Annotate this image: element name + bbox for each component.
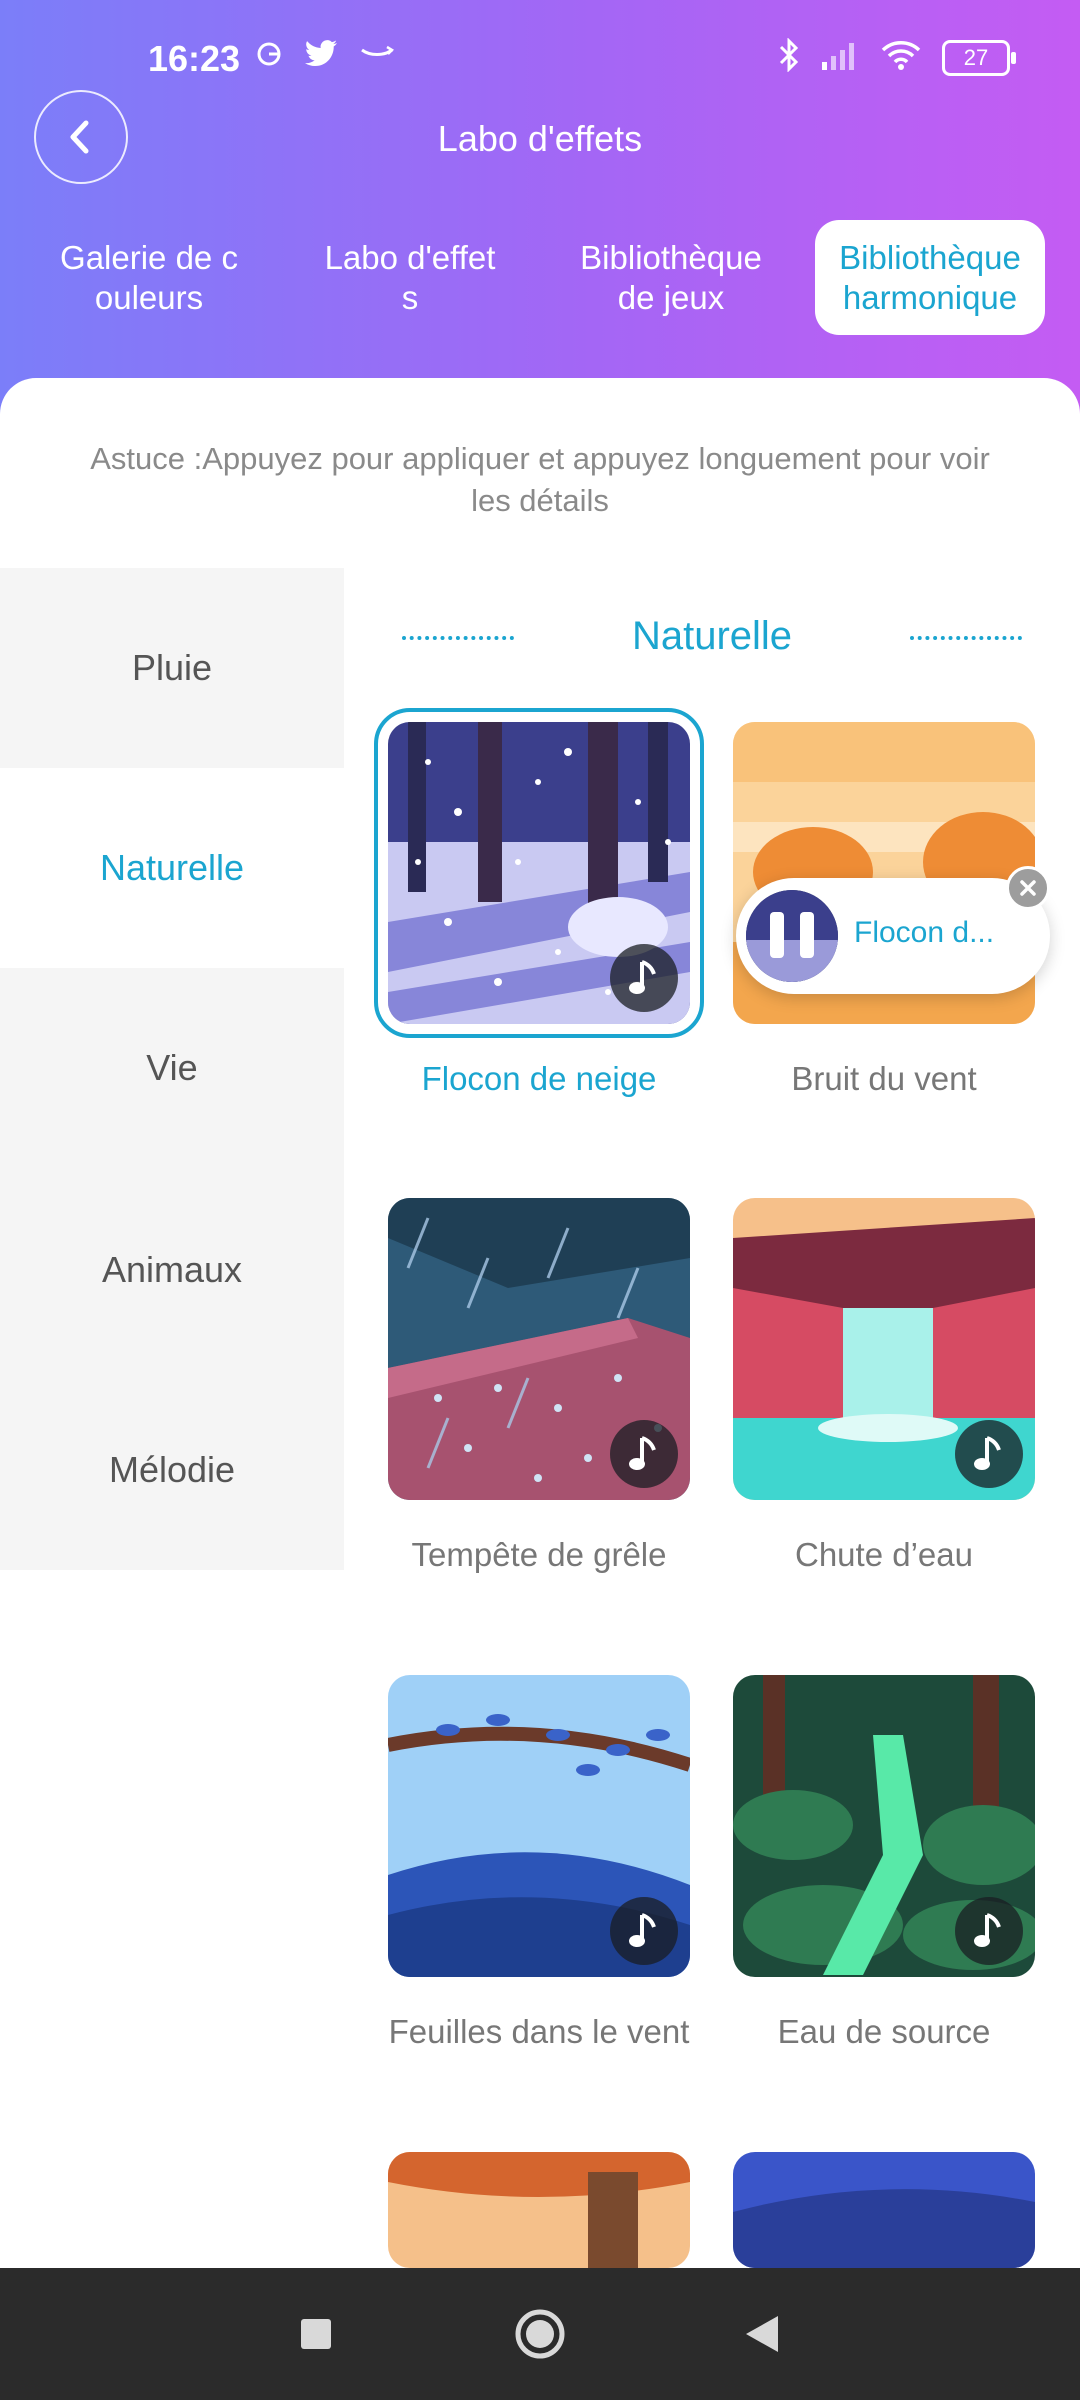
category-sidebar: Pluie Naturelle Vie Animaux Mélodie: [0, 568, 344, 1570]
sound-thumbnail: [733, 2152, 1035, 2268]
wifi-icon: [880, 39, 922, 76]
system-status-icons: 27: [778, 37, 1016, 77]
music-note-icon: [610, 944, 678, 1012]
sidebar-item-pluie[interactable]: Pluie: [0, 568, 344, 768]
sound-label: Flocon de neige: [421, 1060, 657, 1097]
header-gradient: 16:23 27 Labo d'effets Galerie de c oule…: [0, 0, 1080, 420]
sound-thumbnail: [733, 1675, 1035, 1977]
tab-label: Labo d'effet s: [324, 238, 496, 316]
page-title: Labo d'effets: [437, 118, 643, 159]
sound-label: Tempête de grêle: [411, 1536, 667, 1573]
music-note-icon: [955, 1897, 1023, 1965]
sound-thumbnail: [388, 1198, 690, 1500]
tab-color-gallery[interactable]: Galerie de c ouleurs: [34, 220, 264, 335]
section-header: Naturelle: [344, 598, 1080, 678]
circle-icon: [515, 2309, 565, 2359]
signal-icon: [820, 40, 860, 75]
music-note-icon: [955, 1420, 1023, 1488]
sound-thumbnail: [374, 708, 704, 1038]
sidebar-item-animaux[interactable]: Animaux: [0, 1170, 344, 1370]
top-tabs: Galerie de c ouleurs Labo d'effet s Bibl…: [0, 220, 1080, 340]
tab-game-library[interactable]: Bibliothèque de jeux: [556, 220, 786, 335]
sound-thumbnail: [388, 2152, 690, 2268]
sound-thumbnail: [733, 1198, 1035, 1500]
divider-dots-right: [910, 636, 1022, 640]
g-icon: [256, 41, 282, 72]
pause-icon[interactable]: [770, 912, 784, 958]
mini-player[interactable]: Flocon d...: [736, 878, 1050, 994]
tab-harmonic-library[interactable]: Bibliothèque harmonique: [815, 220, 1045, 335]
close-icon[interactable]: [1006, 866, 1050, 910]
sound-thumbnail: [388, 1675, 690, 1977]
twitter-icon: [304, 40, 338, 73]
mini-player-thumbnail: [746, 890, 838, 982]
home-button[interactable]: [508, 2302, 572, 2366]
amazon-icon: [360, 44, 395, 69]
square-icon: [301, 2319, 331, 2349]
tab-effects-lab[interactable]: Labo d'effet s: [295, 220, 525, 335]
sidebar-item-label: Vie: [146, 1047, 198, 1088]
tab-label: Galerie de c ouleurs: [60, 238, 238, 316]
tab-label: Bibliothèque de jeux: [580, 238, 762, 316]
sidebar-item-label: Naturelle: [99, 847, 245, 888]
recent-apps-button[interactable]: [284, 2302, 348, 2366]
status-time: 16:23: [148, 38, 241, 79]
bluetooth-icon: [778, 37, 800, 77]
sidebar-item-label: Mélodie: [108, 1449, 236, 1490]
hint-text: Astuce :Appuyez pour appliquer et appuye…: [90, 441, 990, 518]
notification-icons: [256, 40, 395, 73]
sidebar-item-melodie[interactable]: Mélodie: [0, 1370, 344, 1570]
triangle-back-icon: [746, 2316, 778, 2352]
partial-scene-image: [388, 2152, 690, 2268]
sound-label: Eau de source: [777, 2013, 991, 2050]
battery-icon: 27: [942, 39, 1016, 76]
partial-scene-image: [733, 2152, 1035, 2268]
sidebar-item-naturelle[interactable]: Naturelle: [0, 768, 344, 968]
music-note-icon: [610, 1420, 678, 1488]
system-nav-bar: [0, 2268, 1080, 2400]
sidebar-item-label: Animaux: [101, 1249, 243, 1290]
sidebar-item-vie[interactable]: Vie: [0, 968, 344, 1168]
tab-label: Bibliothèque harmonique: [839, 238, 1021, 316]
sound-label: Bruit du vent: [791, 1060, 977, 1097]
sound-label: Feuilles dans le vent: [388, 2013, 690, 2050]
sidebar-item-label: Pluie: [131, 647, 213, 688]
status-bar: 16:23 27: [0, 0, 1080, 120]
mini-player-title: Flocon d...: [854, 916, 995, 949]
sound-label: Chute d’eau: [795, 1536, 973, 1573]
music-note-icon: [610, 1897, 678, 1965]
back-nav-button[interactable]: [730, 2302, 794, 2366]
